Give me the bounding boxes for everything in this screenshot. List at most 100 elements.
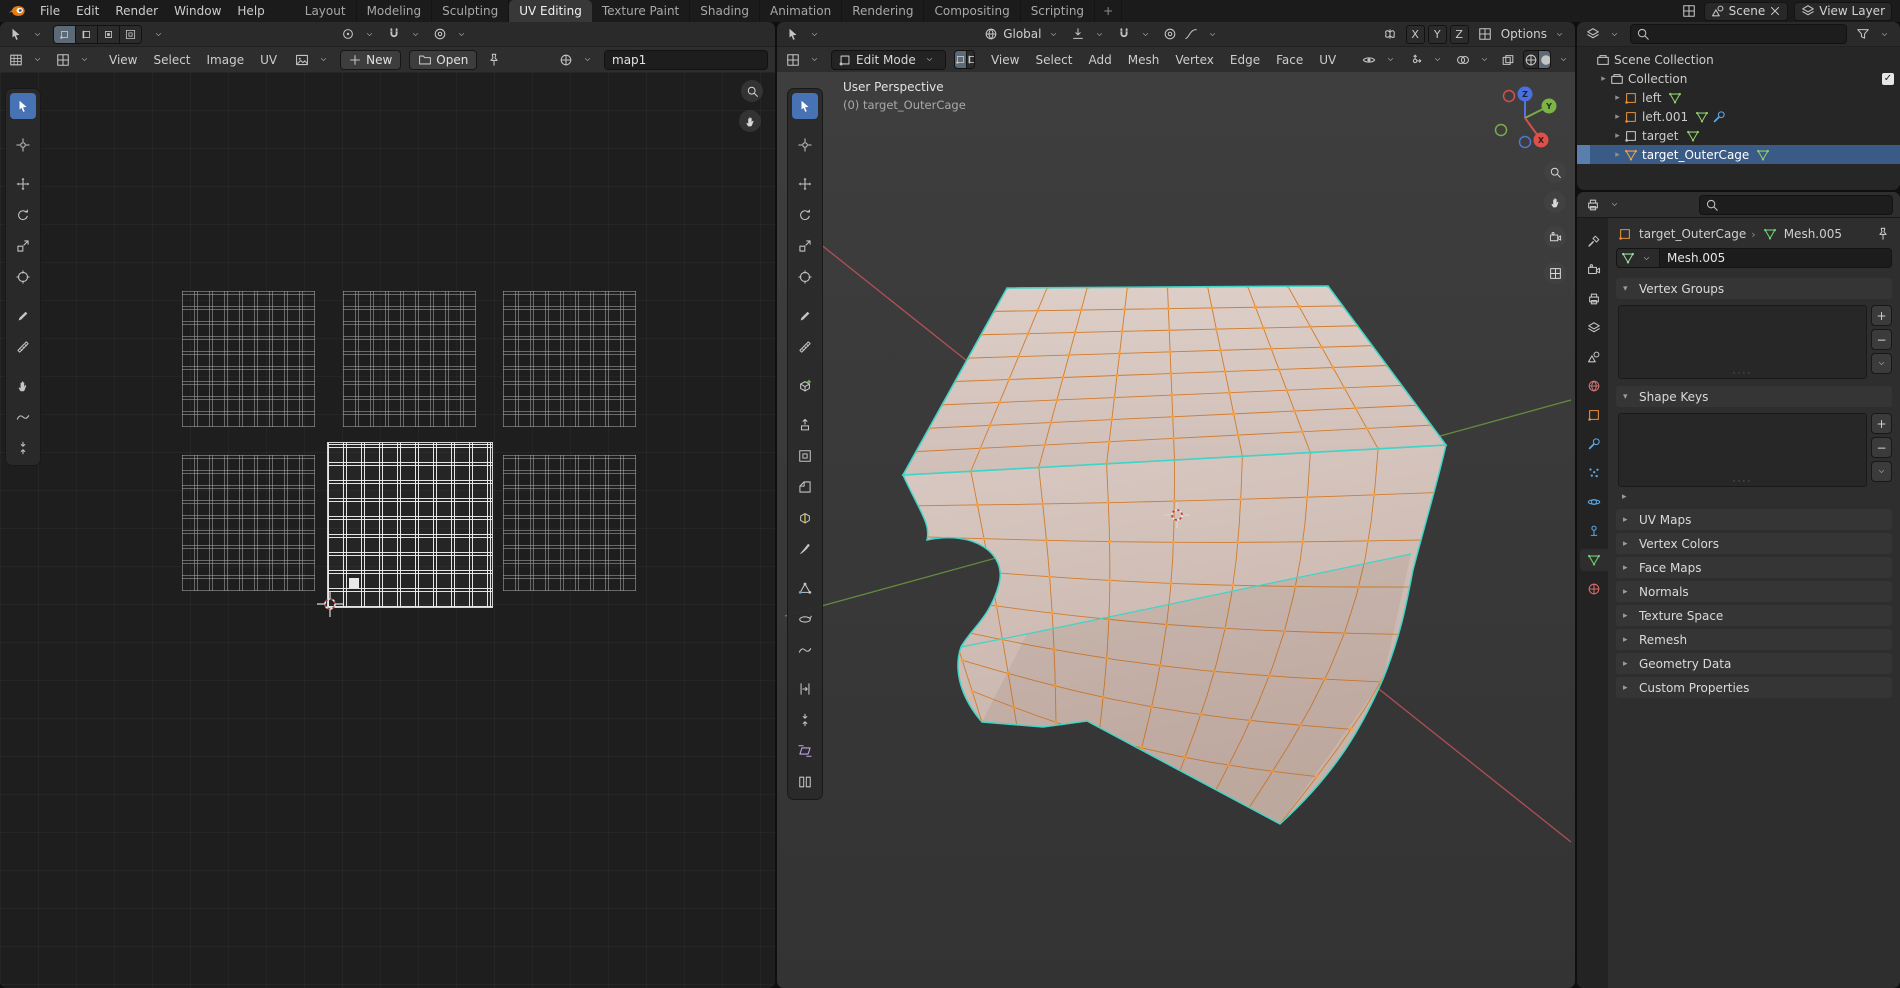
viewport-tool-shear[interactable] bbox=[792, 738, 818, 764]
viewport-tool-extrude-region[interactable] bbox=[792, 412, 818, 438]
shading-wireframe-button[interactable] bbox=[1524, 51, 1540, 68]
uv-image-browse[interactable] bbox=[293, 51, 332, 69]
uv-map-browse[interactable] bbox=[557, 51, 596, 69]
scene-browse-icon[interactable] bbox=[1680, 2, 1698, 20]
workspace-tab-texture-paint[interactable]: Texture Paint bbox=[592, 0, 691, 22]
viewport-tool-shrink-fatten[interactable] bbox=[792, 707, 818, 733]
uv-menu-image[interactable]: Image bbox=[199, 51, 253, 69]
viewport-camera-gizmo[interactable] bbox=[1544, 226, 1566, 248]
breadcrumb-object[interactable]: target_OuterCage bbox=[1639, 227, 1746, 241]
uv-tool-pinch[interactable] bbox=[10, 435, 36, 461]
panel-vertex_groups[interactable]: ▾ Vertex Groups bbox=[1616, 278, 1892, 299]
panel-geometry_data[interactable]: ▸ Geometry Data bbox=[1616, 653, 1892, 674]
scene-unlink-icon[interactable] bbox=[1769, 2, 1781, 20]
mirror-z-toggle[interactable]: Z bbox=[1449, 24, 1469, 44]
outliner-row-collection[interactable]: ▸ Collection ✓ bbox=[1577, 69, 1900, 88]
uv-island[interactable] bbox=[503, 455, 636, 591]
uv-tool-measure[interactable] bbox=[10, 334, 36, 360]
viewport-tool-inset-faces[interactable] bbox=[792, 443, 818, 469]
viewport-select-mode-edge[interactable] bbox=[966, 51, 974, 68]
viewport-tool-annotate[interactable] bbox=[792, 303, 818, 329]
panel-texture_space[interactable]: ▸ Texture Space bbox=[1616, 605, 1892, 626]
list-resize-grip[interactable]: ···· bbox=[1733, 477, 1752, 487]
vertex_groups-specials-button[interactable] bbox=[1871, 353, 1892, 374]
viewport-tool-edge-slide[interactable] bbox=[792, 676, 818, 702]
viewport-active-tool[interactable] bbox=[784, 25, 823, 43]
viewport-tool-poly-build[interactable] bbox=[792, 575, 818, 601]
topbar-menu-file[interactable]: File bbox=[32, 2, 68, 20]
gizmo-z-label[interactable]: Z bbox=[1522, 90, 1528, 99]
visibility-dropdown[interactable] bbox=[1360, 51, 1399, 69]
uv-island[interactable] bbox=[503, 291, 636, 427]
viewport-menu-add[interactable]: Add bbox=[1081, 51, 1120, 69]
pin-icon[interactable] bbox=[485, 51, 503, 69]
expand-icon[interactable]: ▸ bbox=[1611, 131, 1624, 141]
workspace-tab-uv-editing[interactable]: UV Editing bbox=[509, 0, 592, 22]
viewport-menu-mesh[interactable]: Mesh bbox=[1120, 51, 1168, 69]
mirror-y-toggle[interactable]: Y bbox=[1427, 24, 1447, 44]
viewport-tool-scale[interactable] bbox=[792, 233, 818, 259]
snap-toggle[interactable] bbox=[1069, 25, 1108, 43]
panel-remesh[interactable]: ▸ Remesh bbox=[1616, 629, 1892, 650]
viewport-tool-bevel[interactable] bbox=[792, 474, 818, 500]
viewport-editor-type-button[interactable] bbox=[784, 51, 823, 69]
view-layer-selector[interactable]: View Layer bbox=[1794, 1, 1892, 21]
viewport-tool-cursor[interactable] bbox=[792, 132, 818, 158]
properties-tab-tool[interactable] bbox=[1580, 230, 1608, 252]
uv-snap-dropdown[interactable] bbox=[385, 25, 424, 43]
proportional-edit-dropdown[interactable] bbox=[1161, 25, 1221, 43]
vertex_groups-list[interactable]: ···· bbox=[1618, 305, 1867, 379]
properties-tab-modifiers[interactable] bbox=[1580, 433, 1608, 455]
snap-with-dropdown[interactable] bbox=[1115, 25, 1154, 43]
uv-island[interactable] bbox=[182, 455, 315, 591]
uv-tool-transform[interactable] bbox=[10, 264, 36, 290]
uv-tool-grab[interactable] bbox=[10, 373, 36, 399]
expand-icon[interactable]: ▸ bbox=[1611, 112, 1624, 122]
transform-orientation-dropdown[interactable]: Global bbox=[982, 25, 1062, 43]
viewport-tool-add-cube[interactable] bbox=[792, 373, 818, 399]
uv-tool-move[interactable] bbox=[10, 171, 36, 197]
workspace-tab-shading[interactable]: Shading bbox=[690, 0, 760, 22]
viewport-ortho-gizmo[interactable] bbox=[1544, 262, 1566, 284]
uv-display-dropdown[interactable] bbox=[54, 51, 93, 69]
uv-proportional-dropdown[interactable] bbox=[431, 25, 470, 43]
panel-shape_keys[interactable]: ▾ Shape Keys bbox=[1616, 386, 1892, 407]
outliner-row-left[interactable]: ▸ left bbox=[1577, 88, 1900, 107]
uv-tool-relax[interactable] bbox=[10, 404, 36, 430]
workspace-tab-sculpting[interactable]: Sculpting bbox=[432, 0, 510, 22]
topbar-menu-window[interactable]: Window bbox=[166, 2, 229, 20]
viewport-tool-rip-region[interactable] bbox=[792, 769, 818, 795]
viewport-tool-measure[interactable] bbox=[792, 334, 818, 360]
properties-tab-data[interactable] bbox=[1580, 549, 1608, 571]
workspace-tab-compositing[interactable]: Compositing bbox=[924, 0, 1021, 22]
properties-tab-constraints[interactable] bbox=[1580, 520, 1608, 542]
outliner-display-mode[interactable] bbox=[1584, 25, 1623, 43]
panel-face_maps[interactable]: ▸ Face Maps bbox=[1616, 557, 1892, 578]
workspace-tab-rendering[interactable]: Rendering bbox=[842, 0, 925, 22]
viewport-menu-vertex[interactable]: Vertex bbox=[1167, 51, 1222, 69]
uv-menu-select[interactable]: Select bbox=[145, 51, 198, 69]
shape_keys-add-button[interactable]: + bbox=[1871, 413, 1892, 434]
overlays-dropdown[interactable] bbox=[1454, 51, 1493, 69]
viewport-menu-uv[interactable]: UV bbox=[1311, 51, 1344, 69]
uv-pan-gizmo[interactable] bbox=[739, 110, 761, 132]
viewport-menu-view[interactable]: View bbox=[983, 51, 1027, 69]
viewport-zoom-gizmo[interactable] bbox=[1544, 161, 1566, 183]
viewport-tool-smooth[interactable] bbox=[792, 637, 818, 663]
mode-dropdown[interactable]: Edit Mode bbox=[831, 49, 946, 70]
gizmos-dropdown[interactable] bbox=[1407, 51, 1446, 69]
properties-tab-physics[interactable] bbox=[1580, 491, 1608, 513]
viewport-tool-rotate[interactable] bbox=[792, 202, 818, 228]
uv-tool-cursor[interactable] bbox=[10, 132, 36, 158]
viewport-tool-select-box[interactable] bbox=[792, 93, 818, 119]
uv-pivot-dropdown[interactable] bbox=[339, 25, 378, 43]
outliner-search-field[interactable] bbox=[1630, 24, 1847, 44]
outliner-filter-dropdown[interactable] bbox=[1854, 25, 1893, 43]
uv-active-tool[interactable] bbox=[7, 25, 46, 43]
shape_keys-list[interactable]: ···· bbox=[1618, 413, 1867, 487]
viewport-pan-gizmo[interactable] bbox=[1544, 191, 1566, 213]
topbar-menu-render[interactable]: Render bbox=[107, 2, 166, 20]
shading-options-dropdown[interactable] bbox=[1559, 51, 1568, 69]
properties-search-field[interactable] bbox=[1699, 194, 1893, 215]
snap-base-icon[interactable] bbox=[1476, 25, 1494, 43]
